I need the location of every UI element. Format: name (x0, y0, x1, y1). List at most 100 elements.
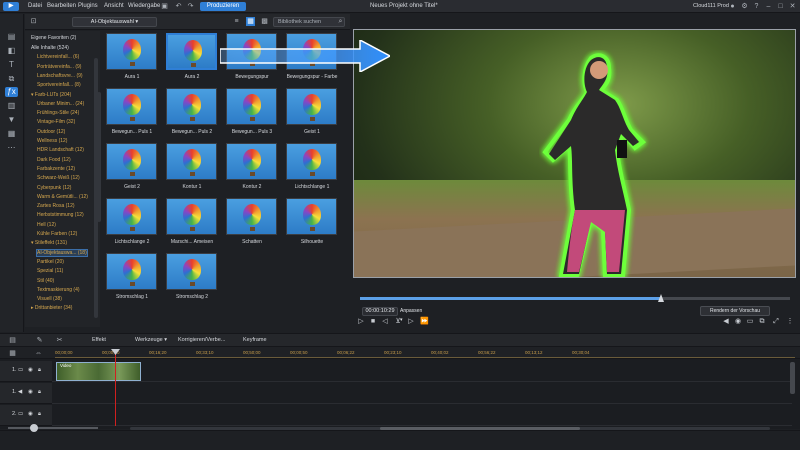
keyframe-button[interactable]: Keyframe (243, 337, 267, 343)
correct-enhance-button[interactable]: Korrigieren/Verbe... (178, 337, 225, 343)
effect-thumbnail[interactable] (166, 253, 217, 290)
track-row[interactable] (52, 383, 792, 404)
help-icon[interactable]: ? (752, 2, 761, 11)
timeline-view-icon[interactable]: ▤ (8, 336, 17, 345)
user-icon[interactable]: ● (728, 2, 737, 11)
snapshot-marker-icon[interactable]: ⊻ (394, 318, 402, 326)
lock-icon[interactable]: 🔒︎ (38, 411, 41, 418)
tree-item[interactable]: Urbaner Minim... (24) (37, 101, 84, 107)
next-frame-icon[interactable]: ▷ (407, 318, 415, 326)
fullscreen-icon[interactable]: ⤢ (772, 318, 780, 326)
lock-icon[interactable]: 🔒︎ (38, 389, 41, 396)
effect-thumbnail[interactable] (106, 253, 157, 290)
effect-thumbnail[interactable] (166, 88, 217, 125)
stop-icon[interactable]: ■ (369, 318, 377, 326)
effect-thumbnail[interactable] (166, 198, 217, 235)
effect-thumbnail[interactable] (106, 88, 157, 125)
tree-item[interactable]: Warm & Gemütli... (12) (37, 194, 88, 200)
menu-plugins[interactable]: Plugins (78, 3, 98, 9)
effect-room-icon[interactable]: ƒx (5, 87, 18, 97)
tree-item[interactable]: Vintage-Film (32) (37, 119, 75, 125)
tree-item[interactable]: ▸ Drittanbieter (34) (31, 305, 72, 311)
title-room-icon[interactable]: T (5, 60, 18, 70)
tree-item[interactable]: Dark Food (12) (37, 157, 71, 163)
tree-item[interactable]: Textmaskierung (4) (37, 287, 80, 293)
effect-thumbnail[interactable] (286, 198, 337, 235)
video-preview[interactable] (354, 30, 795, 277)
media-room-icon[interactable]: ▤ (5, 32, 18, 42)
maximize-icon[interactable]: □ (776, 2, 785, 11)
volume-icon[interactable]: ◀ (722, 318, 730, 326)
effect-thumbnail[interactable] (106, 143, 157, 180)
camera-icon[interactable]: ◉ (734, 318, 742, 326)
tree-item[interactable]: Kühle Farben (12) (37, 231, 77, 237)
tree-item[interactable]: Lichtvereinfall... (6) (37, 54, 79, 60)
tree-item[interactable]: Porträtvereinfa... (9) (37, 64, 81, 70)
fit-dropdown[interactable]: Anpassen ▾ (400, 307, 426, 323)
fast-forward-icon[interactable]: ⏩ (420, 318, 429, 326)
tree-item[interactable]: HDR Landschaft (12) (37, 147, 84, 153)
more-options-icon[interactable]: ⋮ (786, 318, 794, 326)
visibility-icon[interactable]: ◉ (28, 367, 33, 373)
track-row[interactable] (52, 361, 792, 382)
tree-item[interactable]: Partikel (20) (37, 259, 64, 265)
menu-file[interactable]: Datei (28, 3, 42, 9)
visibility-icon[interactable]: ◉ (28, 389, 33, 395)
filter-dropdown[interactable]: AI-Objektauswahl ▾ (72, 17, 157, 27)
effect-thumbnail[interactable] (286, 88, 337, 125)
edit-icon[interactable]: ✎ (35, 336, 44, 345)
split-icon[interactable]: ✂ (55, 336, 64, 345)
play-icon[interactable]: ▷ (357, 318, 365, 326)
effect-thumbnail[interactable] (226, 198, 277, 235)
save-icon[interactable]: ▣ (160, 2, 169, 11)
tree-item[interactable]: Outdoor (12) (37, 129, 65, 135)
zoom-slider[interactable] (8, 427, 98, 429)
menu-edit[interactable]: Bearbeiten (47, 3, 76, 9)
tree-item[interactable]: Eigene Favoriten (2) (31, 35, 76, 41)
effect-thumbnail[interactable] (226, 143, 277, 180)
tree-item[interactable]: Visuell (38) (37, 296, 62, 302)
transition-room-icon[interactable]: ⧉ (5, 74, 18, 84)
undo-icon[interactable]: ↶ (174, 2, 183, 11)
grid-scrollbar[interactable] (97, 92, 101, 222)
tree-item[interactable]: AI-Objektauswa... (18) (36, 248, 88, 257)
fit-timeline-icon[interactable]: ⇔ (34, 349, 43, 358)
settings-icon[interactable]: ⚙ (740, 2, 749, 11)
search-icon[interactable]: ⌕ (336, 17, 345, 26)
tree-item[interactable]: Hell (12) (37, 222, 56, 228)
tree-item[interactable]: Sportvereinfall... (8) (37, 82, 81, 88)
tree-item[interactable]: Alle Inhalte (524) (31, 45, 69, 51)
pip-room-icon[interactable]: ▥ (5, 101, 18, 111)
render-preview-button[interactable]: Rendern der Vorschau (700, 306, 770, 316)
menu-view[interactable]: Ansicht (104, 3, 124, 9)
visibility-icon[interactable]: ◉ (28, 411, 33, 417)
timecode-display[interactable]: 00:00:10:29 (362, 307, 398, 316)
hscroll-thumb[interactable] (380, 427, 580, 430)
track-row[interactable] (52, 405, 792, 426)
audio-room-icon[interactable]: ▦ (5, 129, 18, 139)
prev-frame-icon[interactable]: ◁ (381, 318, 389, 326)
tree-item[interactable]: Stil (40) (37, 278, 54, 284)
redo-icon[interactable]: ↷ (186, 2, 195, 11)
tree-item[interactable]: Spezial (11) (37, 268, 63, 274)
lock-icon[interactable]: 🔒︎ (38, 367, 41, 374)
external-preview-icon[interactable]: ⧉ (758, 318, 766, 326)
timeline-vscrollbar[interactable] (790, 362, 795, 394)
tree-item[interactable]: ▾ Farb-LUTs (204) (31, 92, 71, 98)
more-icon[interactable]: ⋯ (5, 143, 18, 153)
tree-item[interactable]: ▾ Stileffekt (131) (31, 240, 67, 246)
grid-view-icon[interactable]: ▦ (246, 17, 255, 26)
tree-item[interactable]: Wellness (12) (37, 138, 67, 144)
tree-item[interactable]: Cyberpunk (12) (37, 185, 71, 191)
display-icon[interactable]: ▭ (746, 318, 754, 326)
effect-thumbnail[interactable] (226, 88, 277, 125)
zoom-handle[interactable] (30, 424, 38, 432)
tree-item[interactable]: Farbakzente (12) (37, 166, 75, 172)
minimize-icon[interactable]: – (764, 2, 773, 11)
effect-button[interactable]: Effekt (92, 337, 106, 343)
tools-dropdown[interactable]: Werkzeuge ▾ (135, 337, 167, 343)
search-input[interactable]: Bibliothek suchen (273, 17, 345, 27)
list-view-icon[interactable]: ≡ (232, 17, 241, 26)
tree-item[interactable]: Landschaftsvre... (9) (37, 73, 83, 79)
import-icon[interactable]: ⊡ (29, 17, 38, 26)
